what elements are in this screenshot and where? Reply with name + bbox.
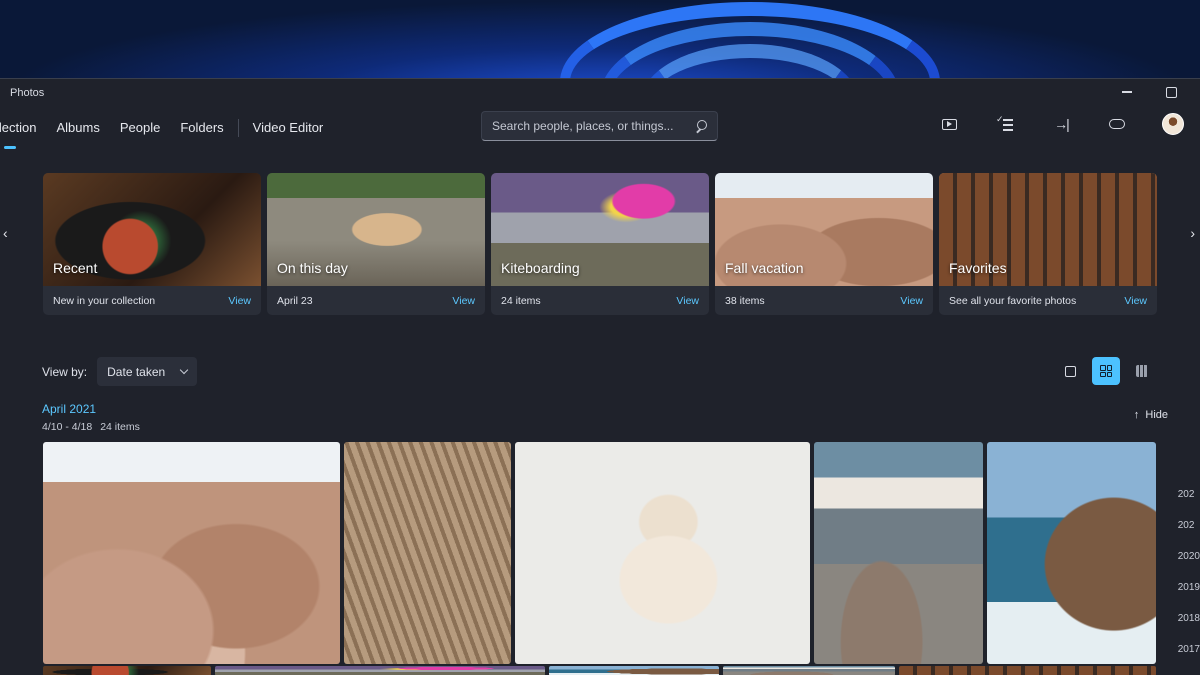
memory-subtitle: April 23 xyxy=(277,294,313,307)
photo-tile[interactable] xyxy=(814,442,983,664)
single-square-icon xyxy=(1064,365,1076,377)
dense-grid-icon xyxy=(1136,365,1148,377)
memory-title: Kiteboarding xyxy=(501,260,580,276)
memory-card-on-this-day[interactable]: On this day April 23 View xyxy=(267,173,485,315)
window-title: Photos xyxy=(10,87,45,99)
view-by-dropdown[interactable]: Date taken xyxy=(97,357,198,386)
memory-card-recent[interactable]: Recent New in your collection View xyxy=(43,173,261,315)
view-by-label: View by: xyxy=(42,364,88,379)
view-by-value: Date taken xyxy=(107,364,166,379)
memory-subtitle: See all your favorite photos xyxy=(949,294,1077,307)
desktop-wallpaper xyxy=(0,0,1200,80)
maximize-button[interactable] xyxy=(1164,85,1178,99)
memory-view-link[interactable]: View xyxy=(452,295,475,307)
onedrive-icon xyxy=(1109,119,1125,129)
memory-thumbnail: On this day xyxy=(267,173,485,286)
memory-thumbnail: Recent xyxy=(43,173,261,286)
search-input[interactable] xyxy=(492,119,695,133)
carousel-prev-icon[interactable]: ‹ xyxy=(3,225,8,241)
photo-tile[interactable] xyxy=(43,666,211,675)
nav-bar: llection Albums People Folders Video Edi… xyxy=(0,107,1200,151)
scrubber-year[interactable]: 202 xyxy=(1178,489,1200,520)
carousel-next-icon[interactable]: › xyxy=(1190,225,1195,241)
scrubber-year[interactable]: 2020 xyxy=(1178,551,1200,582)
scrubber-year[interactable]: 2018 xyxy=(1178,613,1200,644)
memory-subtitle: New in your collection xyxy=(53,294,156,307)
slideshow-button[interactable] xyxy=(938,113,960,135)
tab-video-editor[interactable]: Video Editor xyxy=(253,117,324,139)
select-icon xyxy=(996,114,1013,130)
select-button[interactable] xyxy=(994,113,1016,135)
view-by-control: View by: Date taken xyxy=(42,357,198,386)
onedrive-button[interactable] xyxy=(1106,113,1128,135)
photo-tile[interactable] xyxy=(899,666,1156,675)
memory-subtitle: 24 items xyxy=(501,294,541,307)
thumbnail-size-toggles xyxy=(1056,357,1156,385)
scrubber-year[interactable]: 2019 xyxy=(1178,582,1200,613)
group-month-heading[interactable]: April 2021 xyxy=(42,402,96,416)
memory-view-link[interactable]: View xyxy=(1124,295,1147,307)
memory-subtitle: 38 items xyxy=(725,294,765,307)
memory-title: Fall vacation xyxy=(725,260,804,276)
photo-tile[interactable] xyxy=(723,666,895,675)
tab-albums[interactable]: Albums xyxy=(56,117,99,139)
group-date-range: 4/10 - 4/18 24 items xyxy=(42,421,140,433)
title-bar[interactable]: Photos xyxy=(0,79,1200,107)
minimize-button[interactable] xyxy=(1120,85,1134,99)
toolbar: →| xyxy=(938,113,1184,135)
account-button[interactable] xyxy=(1162,113,1184,135)
memory-card-favorites[interactable]: Favorites See all your favorite photos V… xyxy=(939,173,1157,315)
avatar xyxy=(1162,113,1184,135)
tab-divider xyxy=(237,119,239,137)
photos-window: Photos llection Albums People Folders Vi… xyxy=(0,78,1200,675)
tab-folders[interactable]: Folders xyxy=(180,117,223,139)
arrow-up-icon: ↑ xyxy=(1133,409,1140,421)
chevron-down-icon xyxy=(179,365,189,374)
memory-title: Recent xyxy=(53,260,98,276)
memory-title: Favorites xyxy=(949,260,1007,276)
photo-tile[interactable] xyxy=(344,442,511,664)
photo-tile[interactable] xyxy=(549,666,719,675)
tab-people[interactable]: People xyxy=(120,117,160,139)
photo-tile[interactable] xyxy=(515,442,810,664)
photo-tile[interactable] xyxy=(987,442,1156,664)
slideshow-icon xyxy=(941,118,957,130)
hide-label: Hide xyxy=(1145,409,1168,421)
memory-view-link[interactable]: View xyxy=(900,295,923,307)
large-thumbnails-button[interactable] xyxy=(1056,357,1084,385)
medium-thumbnails-button[interactable] xyxy=(1092,357,1120,385)
timeline-scrubber[interactable]: 202 202 2020 2019 2018 2017 xyxy=(1178,489,1200,675)
memory-view-link[interactable]: View xyxy=(676,295,699,307)
date-range: 4/10 - 4/18 xyxy=(42,421,93,433)
import-icon: →| xyxy=(1054,116,1070,132)
hide-memories-button[interactable]: ↑ Hide xyxy=(1134,409,1168,421)
scrubber-year[interactable]: 2017 xyxy=(1178,644,1200,675)
memory-title: On this day xyxy=(277,260,348,276)
photo-tile[interactable] xyxy=(215,666,545,675)
import-button[interactable]: →| xyxy=(1050,113,1072,135)
grid-icon xyxy=(1100,365,1112,377)
memory-card-kiteboarding[interactable]: Kiteboarding 24 items View xyxy=(491,173,709,315)
memory-thumbnail: Kiteboarding xyxy=(491,173,709,286)
search-box[interactable] xyxy=(481,111,718,141)
small-thumbnails-button[interactable] xyxy=(1128,357,1156,385)
memory-card-fall-vacation[interactable]: Fall vacation 38 items View xyxy=(715,173,933,315)
memory-thumbnail: Fall vacation xyxy=(715,173,933,286)
memory-view-link[interactable]: View xyxy=(228,295,251,307)
item-count: 24 items xyxy=(100,421,140,433)
memory-thumbnail: Favorites xyxy=(939,173,1157,286)
tab-collection[interactable]: llection xyxy=(0,117,36,149)
scrubber-year[interactable]: 202 xyxy=(1178,520,1200,551)
search-icon[interactable] xyxy=(695,120,707,132)
photo-tile[interactable] xyxy=(43,442,340,664)
memories-carousel: ‹ Recent New in your collection View On … xyxy=(0,173,1200,317)
